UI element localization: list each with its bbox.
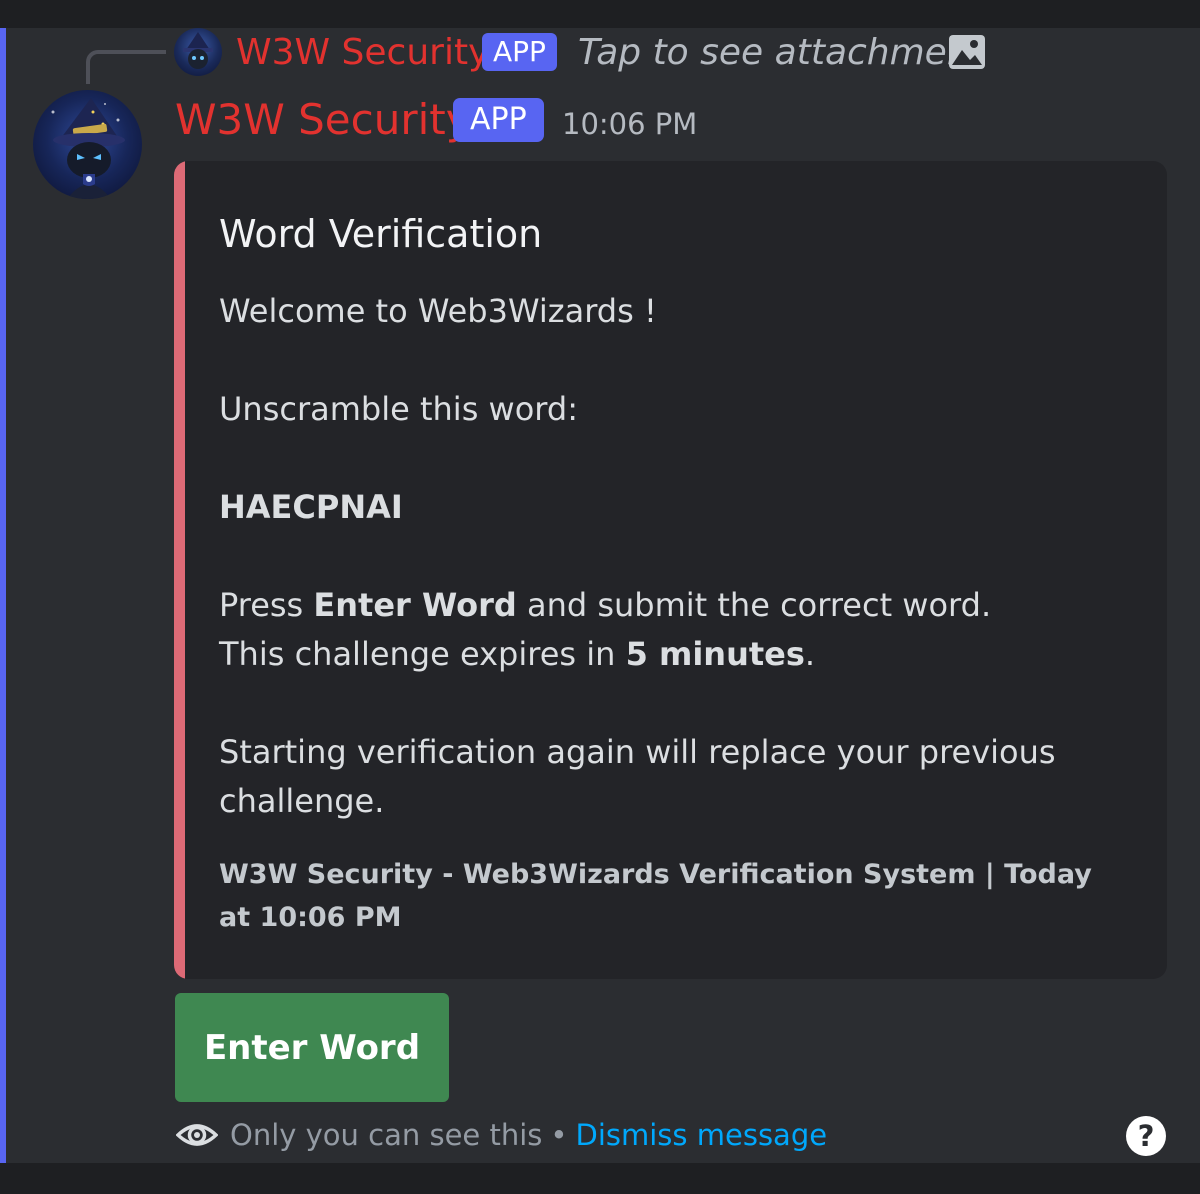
help-icon[interactable]: ? [1126,1116,1166,1156]
embed-footer: W3W Security - Web3Wizards Verification … [219,859,1092,933]
message: W3W Security APP Tap to see attachment W… [0,28,1200,1163]
app-badge: APP [453,98,544,142]
dismiss-message-link[interactable]: Dismiss message [576,1118,828,1152]
top-strip [0,0,1200,28]
instruction-text: Unscramble this word: [219,390,578,428]
scrambled-word: HAECPNAI [219,488,403,526]
verification-embed: Word Verification Welcome to Web3Wizards… [174,161,1167,979]
enter-word-button[interactable]: Enter Word [175,993,449,1102]
separator-dot: • [550,1118,568,1152]
reply-avatar[interactable] [174,28,222,76]
embed-title: Word Verification [219,212,543,256]
ephemeral-label: Only you can see this [230,1118,543,1152]
restart-note: Starting verification again will replace… [219,733,1056,820]
message-highlight-bar [0,28,6,1163]
reply-preview-text[interactable]: Tap to see attachment [578,30,984,76]
image-icon [949,35,985,69]
message-timestamp[interactable]: 10:06 PM [562,104,697,144]
wizard-avatar-icon [183,32,213,69]
author-avatar[interactable] [33,90,142,199]
bottom-strip [0,1163,1200,1194]
reply-app-badge: APP [482,33,557,71]
expiry-text: This challenge expires in 5 minutes. [219,635,816,673]
press-instruction: Press Enter Word and submit the correct … [219,586,992,624]
author-name[interactable]: W3W Security [175,94,471,146]
reply-author-name[interactable]: W3W Security [236,30,489,76]
reply-spine [86,50,166,84]
ephemeral-notice: Only you can see this • Dismiss message [230,1114,827,1156]
eye-icon [176,1124,218,1146]
embed-description: Welcome to Web3Wizards ! Unscramble this… [219,287,1119,826]
wizard-avatar-icon [51,98,125,199]
embed-accent-bar [174,161,185,979]
welcome-text: Welcome to Web3Wizards ! [219,292,657,330]
